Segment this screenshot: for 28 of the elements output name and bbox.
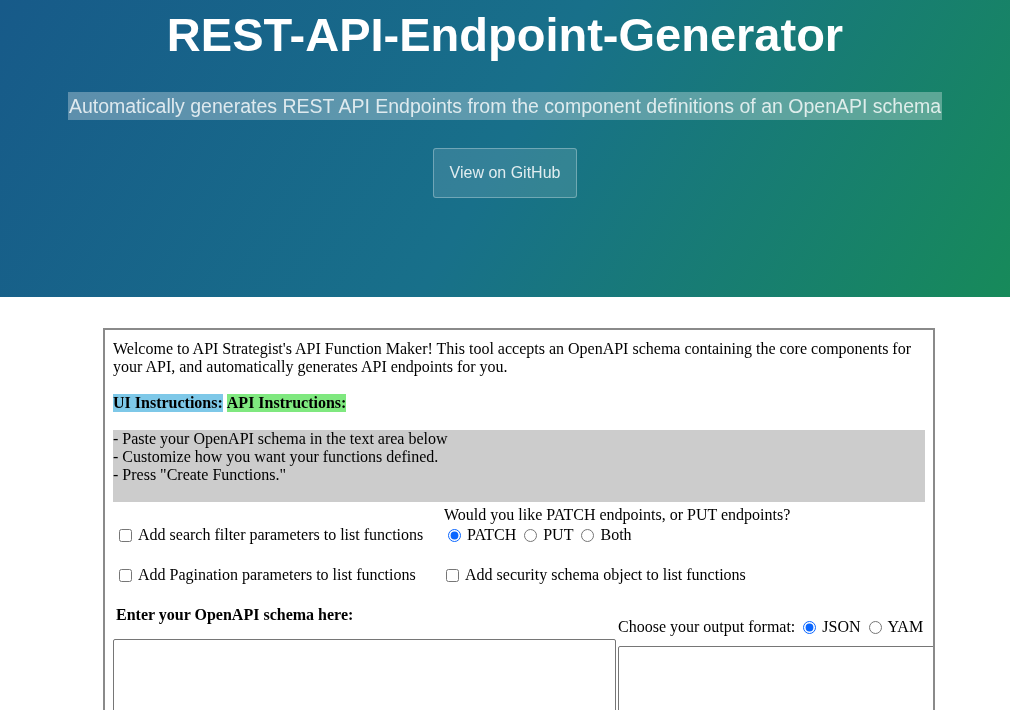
page-title: REST-API-Endpoint-Generator [166,7,844,63]
radio-label: PUT [543,526,574,544]
radio-button[interactable] [803,620,817,634]
page-subtitle: Automatically generates REST API Endpoints from the component definitions of an OpenAPI schema [67,92,943,120]
instructions-tab[interactable]: API Instructions: [226,394,347,412]
radio-label: Both [600,526,632,544]
radio-button[interactable] [868,620,882,634]
intro-text: Welcome to API Strategist's API Function Maker! This tool accepts an OpenAPI schema containing the core components for your API, and automatically generates API endpoints for you. [113,340,912,376]
radio-button[interactable] [448,528,461,542]
method-question: Would you like PATCH endpoints, or PUT endpoints? [444,506,792,524]
instruction-line: - Paste your OpenAPI schema in the text area below [113,430,449,448]
github-button[interactable]: View on GitHub [432,148,578,198]
radio-button[interactable] [524,528,538,542]
format-label: Choose your output format: [618,618,796,636]
instructions-tab[interactable]: UI Instructions: [113,394,223,412]
checkbox[interactable] [446,568,459,582]
radio-label: JSON [822,618,861,636]
instruction-line: - Customize how you want your functions defined. [113,448,440,466]
instruction-line: - Press "Create Functions." [113,466,288,484]
checkbox-label: Add Pagination parameters to list functions [138,566,416,584]
radio-label: YAM [887,618,924,636]
checkbox[interactable] [119,528,132,542]
checkbox-label: Add search filter parameters to list functions [138,526,424,544]
checkbox-label: Add security schema object to list functions [465,566,746,584]
checkbox[interactable] [119,568,132,582]
radio-button[interactable] [581,528,595,542]
schema-label: Enter your OpenAPI schema here: [115,606,355,626]
radio-label: PATCH [467,526,517,544]
